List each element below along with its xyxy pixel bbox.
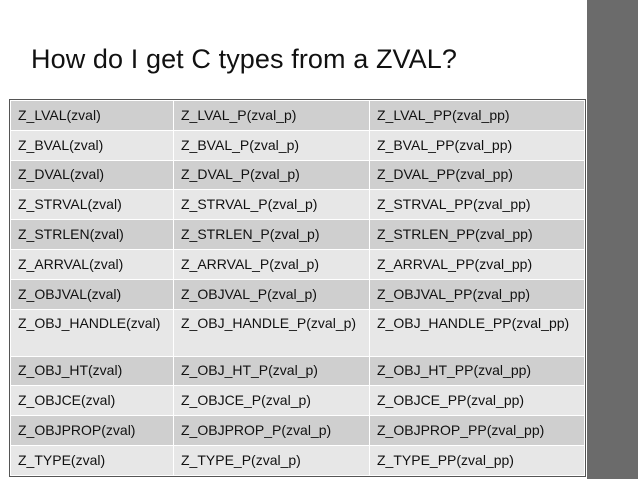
table-cell: Z_OBJCE_P(zval_p) xyxy=(173,385,370,417)
table-cell: Z_BVAL_P(zval_p) xyxy=(173,129,370,161)
table-cell: Z_TYPE_PP(zval_pp) xyxy=(369,444,585,476)
table-cell: Z_OBJCE(zval) xyxy=(10,385,174,417)
table-cell: Z_STRLEN_P(zval_p) xyxy=(173,219,370,250)
side-bar xyxy=(587,0,638,479)
slide-title: How do I get C types from a ZVAL? xyxy=(31,44,457,74)
table-cell: Z_ARRVAL_PP(zval_pp) xyxy=(369,248,585,280)
table-cell: Z_LVAL_PP(zval_pp) xyxy=(369,100,585,131)
table-cell: Z_OBJPROP(zval) xyxy=(10,415,174,446)
table-cell: Z_OBJ_HANDLE_P(zval_p) xyxy=(173,308,370,357)
table-cell: Z_ARRVAL(zval) xyxy=(10,248,174,280)
table-cell: Z_OBJPROP_PP(zval_pp) xyxy=(369,415,585,446)
table-cell: Z_STRLEN(zval) xyxy=(10,219,174,250)
table-row: Z_DVAL(zval) Z_DVAL_P(zval_p) Z_DVAL_PP(… xyxy=(10,159,585,191)
table-cell: Z_ARRVAL_P(zval_p) xyxy=(173,248,370,280)
table-cell: Z_TYPE(zval) xyxy=(10,444,174,476)
table-cell: Z_DVAL_P(zval_p) xyxy=(173,159,370,191)
table-cell: Z_OBJ_HANDLE(zval) xyxy=(10,308,174,357)
table-row: Z_OBJVAL(zval) Z_OBJVAL_P(zval_p) Z_OBJV… xyxy=(10,278,585,310)
table-cell: Z_OBJ_HT(zval) xyxy=(10,355,174,387)
table-row: Z_OBJ_HT(zval) Z_OBJ_HT_P(zval_p) Z_OBJ_… xyxy=(10,355,585,387)
table-cell: Z_DVAL(zval) xyxy=(10,159,174,191)
table-row: Z_OBJPROP(zval) Z_OBJPROP_P(zval_p) Z_OB… xyxy=(10,415,585,446)
table-row: Z_TYPE(zval) Z_TYPE_P(zval_p) Z_TYPE_PP(… xyxy=(10,444,585,476)
table-row: Z_STRVAL(zval) Z_STRVAL_P(zval_p) Z_STRV… xyxy=(10,189,585,221)
table-row: Z_LVAL(zval) Z_LVAL_P(zval_p) Z_LVAL_PP(… xyxy=(10,100,585,131)
macro-table: Z_LVAL(zval) Z_LVAL_P(zval_p) Z_LVAL_PP(… xyxy=(9,99,586,477)
table-cell: Z_BVAL_PP(zval_pp) xyxy=(369,129,585,161)
table-row: Z_ARRVAL(zval) Z_ARRVAL_P(zval_p) Z_ARRV… xyxy=(10,248,585,280)
table-cell: Z_OBJ_HT_PP(zval_pp) xyxy=(369,355,585,387)
table-cell: Z_OBJ_HANDLE_PP(zval_pp) xyxy=(369,308,585,357)
table-cell: Z_STRLEN_PP(zval_pp) xyxy=(369,219,585,250)
table-row: Z_BVAL(zval) Z_BVAL_P(zval_p) Z_BVAL_PP(… xyxy=(10,129,585,161)
table-row: Z_OBJCE(zval) Z_OBJCE_P(zval_p) Z_OBJCE_… xyxy=(10,385,585,417)
table-row: Z_STRLEN(zval) Z_STRLEN_P(zval_p) Z_STRL… xyxy=(10,219,585,250)
table-cell: Z_OBJVAL(zval) xyxy=(10,278,174,310)
table-cell: Z_TYPE_P(zval_p) xyxy=(173,444,370,476)
table-cell: Z_DVAL_PP(zval_pp) xyxy=(369,159,585,191)
table-cell: Z_STRVAL(zval) xyxy=(10,189,174,221)
table-cell: Z_BVAL(zval) xyxy=(10,129,174,161)
table-cell: Z_OBJPROP_P(zval_p) xyxy=(173,415,370,446)
table-cell: Z_LVAL_P(zval_p) xyxy=(173,100,370,131)
table-cell: Z_OBJ_HT_P(zval_p) xyxy=(173,355,370,387)
macro-table-container: Z_LVAL(zval) Z_LVAL_P(zval_p) Z_LVAL_PP(… xyxy=(9,99,586,477)
table-cell: Z_OBJCE_PP(zval_pp) xyxy=(369,385,585,417)
table-cell: Z_LVAL(zval) xyxy=(10,100,174,131)
table-cell: Z_STRVAL_PP(zval_pp) xyxy=(369,189,585,221)
table-cell: Z_OBJVAL_P(zval_p) xyxy=(173,278,370,310)
table-cell: Z_STRVAL_P(zval_p) xyxy=(173,189,370,221)
slide: How do I get C types from a ZVAL? Z_LVAL… xyxy=(0,0,638,479)
table-row: Z_OBJ_HANDLE(zval) Z_OBJ_HANDLE_P(zval_p… xyxy=(10,308,585,357)
table-cell: Z_OBJVAL_PP(zval_pp) xyxy=(369,278,585,310)
